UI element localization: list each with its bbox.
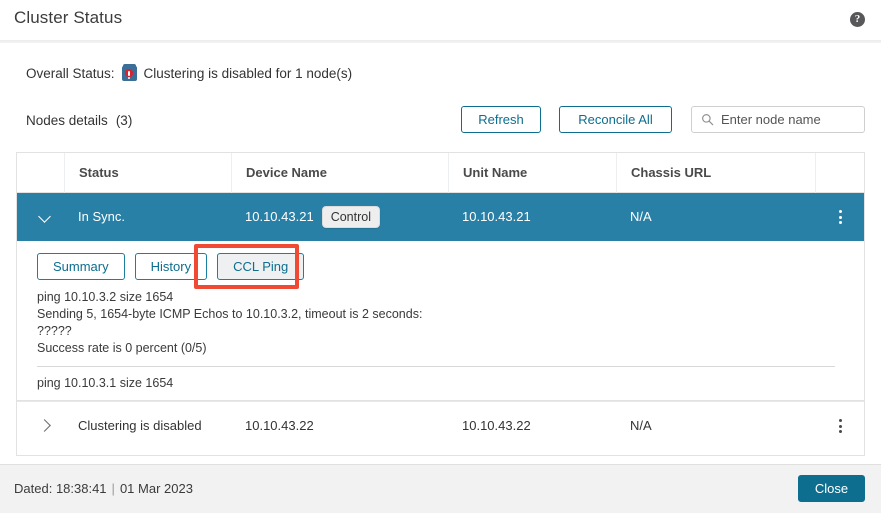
- console-line: Sending 5, 1654-byte ICMP Echos to 10.10…: [37, 307, 423, 321]
- table-row[interactable]: Clustering is disabled 10.10.43.22 10.10…: [17, 401, 864, 450]
- title-divider: [0, 40, 881, 43]
- overall-status-message: Clustering is disabled for 1 node(s): [143, 66, 353, 81]
- row-chassis-url: N/A: [630, 418, 652, 433]
- search-box[interactable]: [691, 106, 865, 133]
- search-icon: [702, 114, 714, 126]
- row-status: Clustering is disabled: [78, 418, 202, 433]
- search-input[interactable]: [721, 112, 856, 127]
- console-line: Success rate is 0 percent (0/5): [37, 341, 207, 355]
- ccl-ping-output: ping 10.10.3.2 size 1654 Sending 5, 1654…: [37, 289, 852, 392]
- dialog-titlebar: Cluster Status ?: [0, 0, 881, 40]
- tab-history[interactable]: History: [134, 253, 208, 280]
- table-header-status[interactable]: Status: [64, 153, 231, 193]
- kebab-menu-icon[interactable]: [815, 193, 864, 241]
- help-circle-icon[interactable]: ?: [850, 12, 865, 27]
- table-row[interactable]: In Sync. 10.10.43.21 Control 10.10.43.21…: [17, 193, 864, 241]
- table-header-unit-name[interactable]: Unit Name: [448, 153, 616, 193]
- page-title: Cluster Status: [14, 8, 123, 27]
- row-device-name: 10.10.43.22: [231, 402, 314, 450]
- refresh-button[interactable]: Refresh: [461, 106, 541, 133]
- row-unit-name: 10.10.43.21: [462, 209, 531, 224]
- table-header-expander: [17, 153, 64, 193]
- footer-date-value: 01 Mar 2023: [119, 481, 193, 496]
- nodes-table: Status Device Name Unit Name Chassis URL…: [16, 152, 865, 456]
- row-device-name-value: 10.10.43.22: [245, 418, 314, 433]
- table-header-device-name[interactable]: Device Name: [231, 153, 448, 193]
- overall-status-label: Overall Status:: [26, 66, 115, 81]
- footer-date-label: Dated:: [14, 481, 53, 496]
- tab-summary[interactable]: Summary: [37, 253, 125, 280]
- nodes-count: (3): [115, 113, 133, 128]
- row-status: In Sync.: [78, 209, 125, 224]
- footer-timestamp: Dated: 18:38:41 | 01 Mar 2023: [14, 481, 193, 496]
- dialog-footer: Dated: 18:38:41 | 01 Mar 2023 Close: [0, 464, 881, 513]
- device-error-icon: [121, 64, 137, 81]
- overall-status: Overall Status: Clustering is disabled f…: [26, 64, 353, 81]
- chevron-down-icon[interactable]: [29, 193, 59, 241]
- close-button[interactable]: Close: [798, 475, 865, 502]
- table-header-chassis-url[interactable]: Chassis URL: [616, 153, 815, 193]
- row-device-name: 10.10.43.21 Control: [231, 193, 380, 241]
- table-header-row: Status Device Name Unit Name Chassis URL: [17, 153, 864, 193]
- console-line: ?????: [37, 324, 72, 338]
- node-detail-panel: Summary History CCL Ping ping 10.10.3.2 …: [17, 241, 864, 401]
- nodes-details-label: Nodes details: [26, 113, 108, 128]
- row-device-name-value: 10.10.43.21: [245, 209, 314, 224]
- chevron-right-icon[interactable]: [29, 402, 59, 450]
- nodes-details-heading: Nodes details (3): [26, 113, 132, 128]
- status-badge: Control: [321, 206, 380, 228]
- footer-time: 18:38:41: [55, 481, 107, 496]
- console-divider: [37, 366, 835, 367]
- detail-tabs: Summary History CCL Ping: [37, 253, 305, 280]
- row-unit-name: 10.10.43.22: [462, 418, 531, 433]
- kebab-menu-icon[interactable]: [815, 402, 864, 450]
- cluster-status-dialog: Cluster Status ? Overall Status: Cluster…: [0, 0, 881, 513]
- console-line: ping 10.10.3.1 size 1654: [37, 376, 174, 390]
- table-header-actions: [815, 153, 864, 193]
- row-chassis-url: N/A: [630, 209, 652, 224]
- tab-ccl-ping[interactable]: CCL Ping: [217, 253, 305, 280]
- footer-separator: |: [111, 481, 115, 496]
- console-line: ping 10.10.3.2 size 1654: [37, 290, 174, 304]
- reconcile-all-button[interactable]: Reconcile All: [559, 106, 672, 133]
